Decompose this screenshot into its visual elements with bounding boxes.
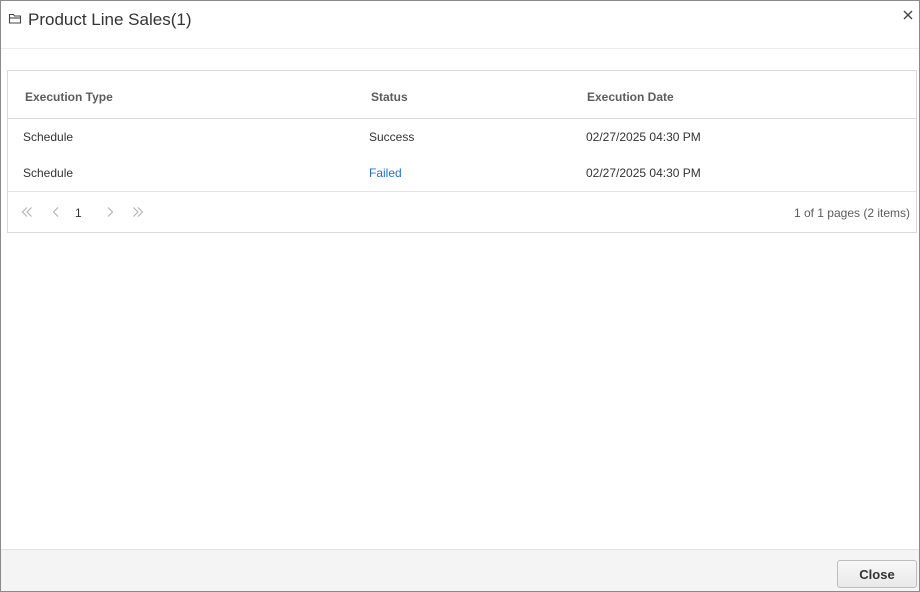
cell-status-failed-link[interactable]: Failed	[369, 166, 402, 180]
table-row: Schedule Failed 02/27/2025 04:30 PM	[8, 155, 916, 191]
double-chevron-right-icon[interactable]	[131, 205, 145, 219]
cell-execution-type: Schedule	[23, 130, 74, 144]
table-row: Schedule Success 02/27/2025 04:30 PM	[8, 119, 916, 155]
double-chevron-left-icon[interactable]	[20, 205, 34, 219]
dialog-footer: Close	[1, 549, 919, 591]
column-header-execution-type[interactable]: Execution Type	[25, 90, 113, 104]
column-header-execution-date[interactable]: Execution Date	[587, 90, 674, 104]
execution-history-grid: Execution Type Status Execution Date Sch…	[7, 70, 917, 233]
dialog-header: Product Line Sales(1)	[1, 1, 919, 49]
close-button[interactable]: Close	[837, 560, 917, 588]
dialog-title: Product Line Sales(1)	[28, 10, 192, 29]
cell-execution-date: 02/27/2025 04:30 PM	[586, 166, 701, 180]
chevron-right-icon[interactable]	[103, 205, 117, 219]
pager: 1 1 of 1 pages (2 items)	[8, 191, 916, 233]
page-number[interactable]: 1	[75, 206, 82, 220]
cell-execution-type: Schedule	[23, 166, 74, 180]
column-header-status[interactable]: Status	[371, 90, 408, 104]
dialog: Product Line Sales(1) Execution Type Sta…	[0, 0, 920, 592]
cell-execution-date: 02/27/2025 04:30 PM	[586, 130, 701, 144]
grid-header: Execution Type Status Execution Date	[8, 71, 916, 119]
chevron-left-icon[interactable]	[49, 205, 63, 219]
close-icon[interactable]	[901, 8, 915, 22]
pager-info: 1 of 1 pages (2 items)	[793, 206, 910, 220]
cell-status: Success	[369, 130, 415, 144]
folder-icon	[8, 13, 22, 24]
